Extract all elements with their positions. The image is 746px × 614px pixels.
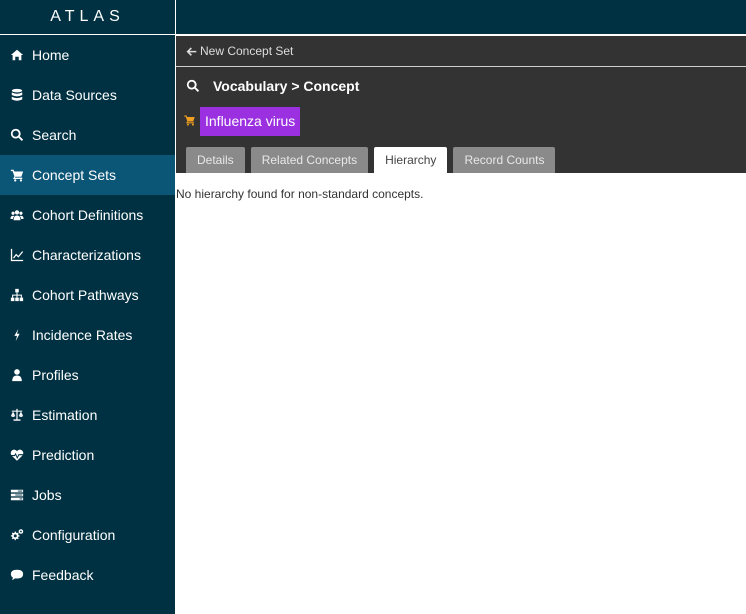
sidebar-item-estimation[interactable]: Estimation: [0, 395, 175, 435]
page-title-text: Vocabulary > Concept: [213, 78, 360, 94]
sidebar-item-incidence-rates[interactable]: Incidence Rates: [0, 315, 175, 355]
sidebar-item-label: Cohort Pathways: [32, 287, 139, 303]
heartbeat-icon: [0, 448, 32, 462]
users-icon: [0, 208, 32, 222]
top-bar: [176, 0, 746, 35]
tab-details[interactable]: Details: [186, 147, 245, 173]
cart-icon[interactable]: [183, 111, 200, 131]
sidebar-item-label: Profiles: [32, 367, 79, 383]
line-chart-icon: [0, 248, 32, 262]
sidebar-item-concept-sets[interactable]: Concept Sets: [0, 155, 175, 195]
sidebar-item-label: Home: [32, 47, 70, 63]
sidebar-item-feedback[interactable]: Feedback: [0, 555, 175, 595]
sidebar-item-label: Cohort Definitions: [32, 207, 144, 223]
sidebar-item-search[interactable]: Search: [0, 115, 175, 155]
tasks-icon: [0, 488, 32, 502]
balance-scale-icon: [0, 408, 32, 422]
sidebar-item-label: Characterizations: [32, 247, 141, 263]
concept-row: Influenza virus: [176, 105, 746, 137]
concept-header-panel: New Concept Set Vocabulary > Concept Inf…: [176, 36, 746, 173]
sidebar-item-profiles[interactable]: Profiles: [0, 355, 175, 395]
sidebar-item-label: Feedback: [32, 567, 94, 583]
sidebar-item-label: Jobs: [32, 487, 62, 503]
cogs-icon: [0, 528, 32, 542]
tab-record-counts[interactable]: Record Counts: [453, 147, 556, 173]
concept-tabs: Details Related Concepts Hierarchy Recor…: [186, 147, 561, 173]
tab-related-concepts[interactable]: Related Concepts: [250, 147, 369, 173]
page-title: Vocabulary > Concept: [176, 67, 746, 105]
sidebar-item-cohort-definitions[interactable]: Cohort Definitions: [0, 195, 175, 235]
sidebar-item-label: Prediction: [32, 447, 95, 463]
sidebar-item-data-sources[interactable]: Data Sources: [0, 75, 175, 115]
sidebar-item-label: Search: [32, 127, 77, 143]
database-icon: [0, 88, 32, 102]
sidebar-item-cohort-pathways[interactable]: Cohort Pathways: [0, 275, 175, 315]
tab-hierarchy[interactable]: Hierarchy: [374, 147, 448, 173]
sidebar-item-jobs[interactable]: Jobs: [0, 475, 175, 515]
sidebar-item-prediction[interactable]: Prediction: [0, 435, 175, 475]
sidebar-item-home[interactable]: Home: [0, 35, 175, 75]
home-icon: [0, 48, 32, 62]
search-icon: [0, 128, 32, 142]
cart-icon: [0, 168, 32, 182]
comment-icon: [0, 568, 32, 582]
sitemap-icon: [0, 288, 32, 302]
search-icon: [186, 79, 200, 92]
sidebar-item-characterizations[interactable]: Characterizations: [0, 235, 175, 275]
sidebar-item-label: Estimation: [32, 407, 98, 423]
sidebar-item-configuration[interactable]: Configuration: [0, 515, 175, 555]
sidebar-item-label: Configuration: [32, 527, 116, 543]
hierarchy-message: No hierarchy found for non-standard conc…: [176, 187, 424, 201]
sidebar-item-label: Incidence Rates: [32, 327, 133, 343]
sidebar: ATLAS Home Data Sources Search Concept S…: [0, 0, 175, 614]
concept-name-badge: Influenza virus: [200, 106, 301, 136]
back-link[interactable]: New Concept Set: [176, 36, 746, 67]
arrow-left-icon: [186, 46, 197, 56]
back-link-label: New Concept Set: [200, 44, 294, 58]
bolt-icon: [0, 328, 32, 342]
sidebar-item-label: Data Sources: [32, 87, 117, 103]
sidebar-item-label: Concept Sets: [32, 167, 117, 183]
user-icon: [0, 368, 32, 382]
app-brand[interactable]: ATLAS: [0, 0, 175, 35]
